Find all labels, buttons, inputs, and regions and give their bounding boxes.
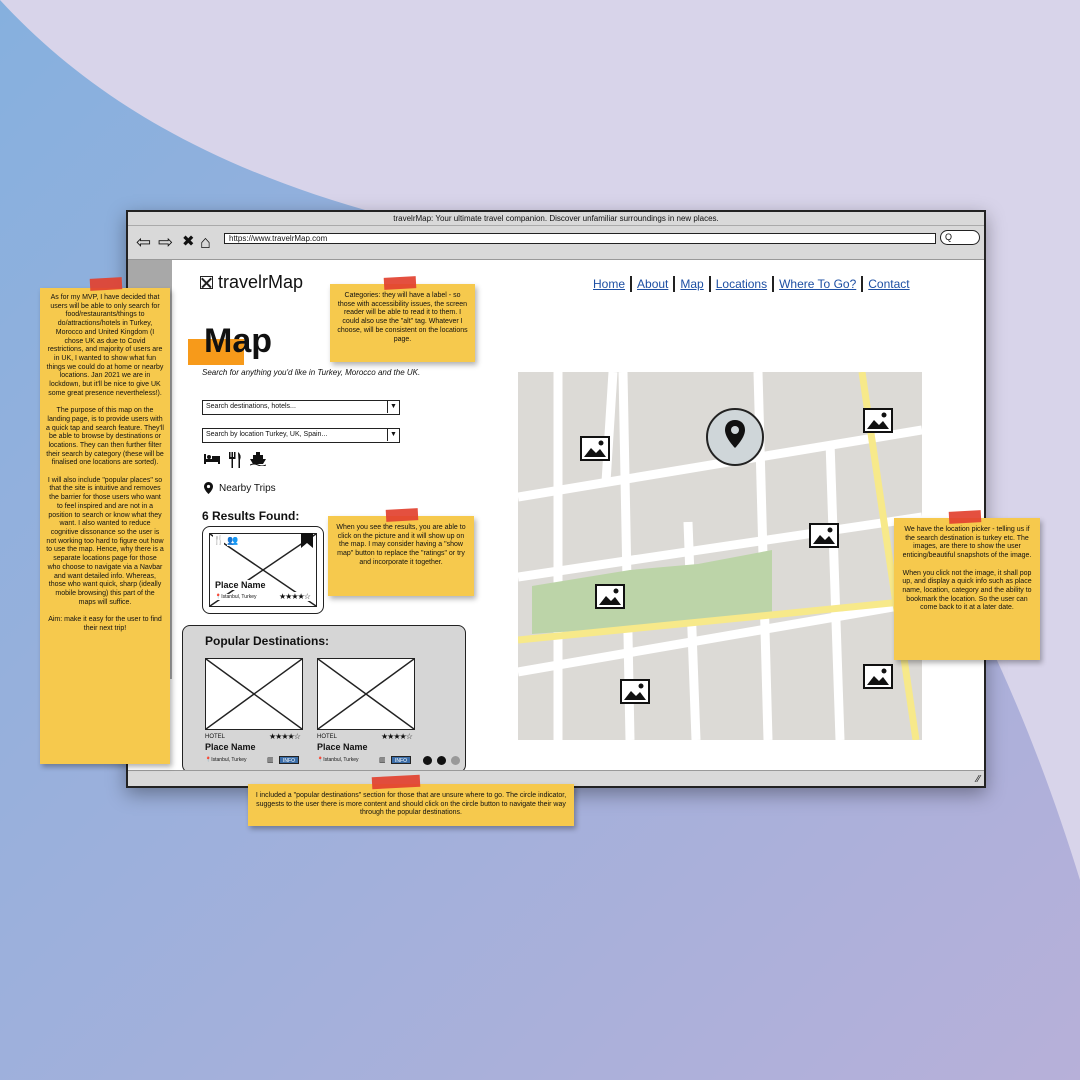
results-count: 6 Results Found: bbox=[202, 509, 300, 523]
browser-search-button[interactable]: Q bbox=[940, 230, 980, 245]
nav-contact[interactable]: Contact bbox=[861, 276, 914, 292]
sticky-note-results: When you see the results, you are able t… bbox=[328, 516, 474, 596]
back-icon[interactable]: ⇦ bbox=[136, 233, 151, 251]
main-nav: Home About Map Locations Where To Go? Co… bbox=[588, 276, 915, 292]
nearby-trips-link[interactable]: Nearby Trips bbox=[204, 482, 276, 494]
ship-icon[interactable] bbox=[250, 452, 266, 466]
result-rating: ★★★★☆ bbox=[279, 592, 311, 601]
image-icon bbox=[863, 664, 893, 689]
image-marker[interactable] bbox=[863, 664, 893, 689]
logo-text: travelrMap bbox=[218, 272, 304, 292]
map-icon[interactable]: ▥ bbox=[267, 756, 274, 764]
image-icon bbox=[809, 523, 839, 548]
tape bbox=[89, 277, 123, 291]
bookmark-icon[interactable] bbox=[301, 533, 313, 548]
category-icons bbox=[204, 452, 266, 468]
nav-about[interactable]: About bbox=[630, 276, 673, 292]
page-title: Map bbox=[204, 322, 272, 360]
popular-rating: ★★★★☆ bbox=[269, 732, 301, 741]
forward-icon[interactable]: ⇨ bbox=[158, 233, 173, 251]
resize-grip-icon[interactable]: ⁄⁄ bbox=[977, 774, 980, 785]
popular-destinations: Popular Destinations: HOTEL ★★★★☆ Place … bbox=[182, 625, 466, 773]
image-marker[interactable] bbox=[580, 436, 610, 461]
nav-map[interactable]: Map bbox=[673, 276, 708, 292]
map-pin-icon bbox=[204, 482, 213, 494]
result-location: 📍Istanbul, Turkey bbox=[215, 594, 257, 600]
info-button[interactable]: INFO bbox=[279, 756, 299, 764]
map-view[interactable] bbox=[518, 372, 922, 740]
popular-location-text: Istanbul, Turkey bbox=[211, 757, 247, 763]
people-icon: 👥 bbox=[227, 535, 239, 546]
result-card[interactable]: 🍴 👥 Place Name 📍Istanbul, Turkey ★★★★☆ bbox=[202, 526, 324, 614]
map-pin-icon bbox=[725, 420, 745, 448]
sticky-note-categories: Categories: they will have a label - so … bbox=[330, 284, 475, 362]
tape bbox=[371, 774, 421, 790]
info-button[interactable]: INFO bbox=[391, 756, 411, 764]
browser-window: travelrMap: Your ultimate travel compani… bbox=[126, 210, 986, 788]
nav-home[interactable]: Home bbox=[588, 276, 630, 292]
bed-icon[interactable] bbox=[204, 452, 220, 464]
close-icon[interactable]: ✖ bbox=[182, 233, 195, 251]
home-icon[interactable]: ⌂ bbox=[200, 233, 211, 251]
search-location-placeholder: Search by location Turkey, UK, Spain... bbox=[206, 431, 328, 438]
carousel-indicator bbox=[423, 756, 460, 765]
url-bar[interactable]: https://www.travelrMap.com bbox=[224, 233, 936, 244]
sticky-note-location-picker: We have the location picker - telling us… bbox=[894, 518, 1040, 660]
result-name: Place Name bbox=[215, 580, 266, 590]
carousel-dot[interactable] bbox=[451, 756, 460, 765]
popular-type: HOTEL bbox=[205, 734, 226, 740]
image-icon bbox=[580, 436, 610, 461]
image-marker[interactable] bbox=[620, 679, 650, 704]
page-subtitle: Search for anything you'd like in Turkey… bbox=[202, 368, 421, 377]
popular-title: Popular Destinations: bbox=[205, 634, 330, 648]
nearby-label: Nearby Trips bbox=[219, 482, 276, 494]
image-marker[interactable] bbox=[595, 584, 625, 609]
browser-toolbar: ⇦ ⇨ ✖ ⌂ https://www.travelrMap.com Q bbox=[128, 226, 984, 260]
popular-image[interactable] bbox=[317, 658, 415, 730]
chevron-down-icon: ▼ bbox=[387, 429, 399, 441]
image-icon bbox=[620, 679, 650, 704]
image-icon bbox=[863, 408, 893, 433]
search-icon: Q bbox=[945, 232, 953, 242]
image-icon bbox=[595, 584, 625, 609]
popular-location: 📍Istanbul, Turkey bbox=[205, 757, 247, 763]
window-title: travelrMap: Your ultimate travel compani… bbox=[128, 212, 984, 226]
popular-name: Place Name bbox=[205, 742, 256, 752]
search-destinations-select[interactable]: Search destinations, hotels... ▼ bbox=[202, 400, 400, 415]
popular-location: 📍Istanbul, Turkey bbox=[317, 757, 359, 763]
chevron-down-icon: ▼ bbox=[387, 401, 399, 413]
nav-where-to-go[interactable]: Where To Go? bbox=[772, 276, 861, 292]
logo-icon bbox=[200, 276, 213, 289]
carousel-dot[interactable] bbox=[423, 756, 432, 765]
sticky-note-mvp: As for my MVP, I have decided that users… bbox=[40, 288, 170, 764]
tape bbox=[383, 276, 417, 290]
popular-image[interactable] bbox=[205, 658, 303, 730]
image-marker[interactable] bbox=[809, 523, 839, 548]
restaurant-icon: 🍴 bbox=[213, 535, 225, 546]
site-logo[interactable]: travelrMap bbox=[200, 272, 303, 293]
tape bbox=[385, 508, 419, 522]
search-location-select[interactable]: Search by location Turkey, UK, Spain... … bbox=[202, 428, 400, 443]
sticky-note-popular: I included a "popular destinations" sect… bbox=[248, 784, 574, 826]
location-picker[interactable] bbox=[706, 408, 764, 466]
result-location-text: Istanbul, Turkey bbox=[221, 594, 257, 600]
restaurant-icon[interactable] bbox=[228, 452, 242, 468]
search-destinations-placeholder: Search destinations, hotels... bbox=[206, 403, 296, 410]
popular-rating: ★★★★☆ bbox=[381, 732, 413, 741]
popular-name: Place Name bbox=[317, 742, 368, 752]
popular-type: HOTEL bbox=[317, 734, 338, 740]
nav-locations[interactable]: Locations bbox=[708, 276, 772, 292]
tape bbox=[948, 510, 982, 524]
image-marker[interactable] bbox=[863, 408, 893, 433]
popular-location-text: Istanbul, Turkey bbox=[323, 757, 359, 763]
carousel-dot[interactable] bbox=[437, 756, 446, 765]
map-icon[interactable]: ▥ bbox=[379, 756, 386, 764]
